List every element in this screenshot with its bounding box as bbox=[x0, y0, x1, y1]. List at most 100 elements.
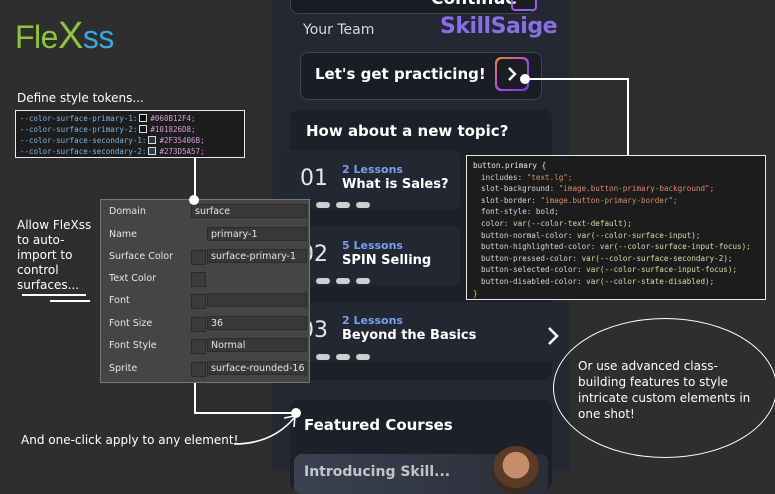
inspector-row-text-color: Text Color bbox=[101, 269, 311, 289]
code-value: var(--color-surface-input); bbox=[577, 230, 701, 240]
field-label: Surface Color bbox=[109, 251, 174, 262]
field-label: Sprite bbox=[109, 363, 138, 374]
code-prop: font-style: bbox=[481, 207, 536, 217]
practice-label: Let's get practicing! bbox=[315, 65, 486, 83]
progress-pip bbox=[356, 278, 370, 284]
token-name: --color-surface-secondary-1: bbox=[20, 136, 147, 145]
code-prop: button-normal-color: bbox=[481, 230, 578, 240]
token-name: --color-surface-primary-2: bbox=[20, 125, 138, 134]
token-row: --color-surface-primary-2: #101826D8; bbox=[20, 124, 240, 135]
code-selector: button.primary { bbox=[473, 161, 547, 170]
topic-lessons: 5 Lessons bbox=[342, 239, 403, 252]
progress-pip bbox=[356, 202, 370, 208]
instructor-avatar bbox=[492, 446, 540, 494]
sprite-checkbox[interactable] bbox=[191, 362, 206, 377]
code-value: var(--color-text-default); bbox=[513, 218, 632, 228]
progress-pip bbox=[316, 202, 330, 208]
connector-dot bbox=[520, 74, 530, 84]
practice-button[interactable]: Let's get practicing! bbox=[300, 52, 542, 100]
font-size-checkbox[interactable] bbox=[191, 317, 206, 332]
new-topic-title: How about a new topic? bbox=[306, 122, 509, 140]
code-value: "text.lg"; bbox=[526, 172, 573, 182]
caption-underline bbox=[22, 294, 86, 296]
font-size-field[interactable]: 36 bbox=[207, 316, 307, 330]
inspector-row-font: Font bbox=[101, 291, 311, 311]
code-value: var(--color-surface-secondary-2); bbox=[581, 253, 733, 263]
code-prop: button-disabled-color: bbox=[481, 276, 587, 286]
caption-underline bbox=[50, 300, 90, 302]
advanced-caption: Or use advanced class- building features… bbox=[578, 358, 750, 422]
inspector-row-surface-color: Surface Color surface-primary-1 bbox=[101, 247, 311, 267]
your-team-label: Your Team bbox=[303, 22, 375, 38]
flexss-logo: FleXss bbox=[15, 17, 115, 55]
token-swatch bbox=[148, 136, 157, 144]
token-swatch bbox=[148, 147, 157, 155]
topic-item[interactable]: 03 2 Lessons Beyond the Basics bbox=[280, 302, 568, 362]
token-swatch bbox=[139, 114, 148, 122]
inspector-row-font-style: Font Style Normal bbox=[101, 336, 311, 356]
logo-part-fle: Fle bbox=[15, 19, 58, 55]
token-value: #101826D8; bbox=[150, 125, 196, 134]
code-line: button-disabled-color: var(--color-state… bbox=[473, 276, 759, 288]
font-checkbox[interactable] bbox=[191, 294, 206, 309]
code-value: "image.button-primary-background"; bbox=[558, 184, 715, 194]
field-label: Domain bbox=[109, 206, 146, 217]
progress-pip bbox=[336, 202, 350, 208]
code-prop: button-highlighted-color: bbox=[481, 242, 600, 252]
token-value: #273D5A57; bbox=[159, 147, 205, 156]
name-field[interactable]: primary-1 bbox=[207, 227, 307, 241]
code-prop: slot-background: bbox=[481, 184, 559, 194]
code-value: var(--color-surface-input-focus); bbox=[586, 265, 738, 275]
font-field[interactable] bbox=[207, 293, 307, 307]
field-label: Name bbox=[109, 229, 138, 240]
define-tokens-caption: Define style tokens... bbox=[17, 91, 144, 105]
token-name: --color-surface-secondary-2: bbox=[20, 147, 147, 156]
code-value: var(--color-state-disabled); bbox=[586, 276, 715, 286]
allow-import-caption: Allow FleXss to auto- import to control … bbox=[17, 218, 91, 293]
field-label: Font Size bbox=[109, 318, 153, 329]
inspector-row-font-size: Font Size 36 bbox=[101, 314, 311, 334]
caption-line: import to bbox=[17, 248, 73, 262]
featured-courses-title: Featured Courses bbox=[304, 416, 453, 434]
surface-color-field[interactable]: surface-primary-1 bbox=[207, 249, 307, 263]
caption-line: one shot! bbox=[578, 407, 635, 421]
class-code-panel: button.primary { includes: "text.lg"; sl… bbox=[466, 155, 766, 300]
font-style-checkbox[interactable] bbox=[191, 339, 206, 354]
progress-pip bbox=[316, 354, 330, 360]
surface-color-checkbox[interactable] bbox=[191, 250, 206, 265]
topic-title: What is Sales? bbox=[342, 177, 449, 192]
progress-pip bbox=[316, 278, 330, 284]
caption-line: to auto- bbox=[17, 233, 65, 247]
code-prop: includes: bbox=[481, 172, 527, 182]
code-prop: button-selected-color: bbox=[481, 265, 587, 275]
token-row: --color-surface-primary-1: #060B12F4; bbox=[20, 113, 240, 124]
domain-field[interactable]: surface bbox=[191, 204, 307, 218]
sprite-field[interactable]: surface-rounded-16 bbox=[207, 361, 307, 375]
token-row: --color-surface-secondary-2: #273D5A57; bbox=[20, 146, 240, 157]
code-line: button-pressed-color: var(--color-surfac… bbox=[473, 253, 759, 265]
token-swatch bbox=[139, 125, 148, 133]
continue-arrow-icon bbox=[511, 0, 537, 11]
token-value: #060B12F4; bbox=[150, 114, 196, 123]
featured-course-item[interactable]: Introducing Skill... bbox=[294, 446, 548, 494]
topic-lessons: 2 Lessons bbox=[342, 314, 403, 327]
topic-lessons: 2 Lessons bbox=[342, 163, 403, 176]
code-prop: button-pressed-color: bbox=[481, 253, 582, 263]
featured-course-title: Introducing Skill... bbox=[304, 464, 451, 480]
continue-button[interactable]: Continue bbox=[290, 0, 537, 14]
inspector-row-domain: Domain surface bbox=[101, 202, 311, 222]
font-style-select[interactable]: Normal bbox=[207, 338, 307, 352]
progress-pip bbox=[336, 278, 350, 284]
code-line: slot-border: "image.button-primary-borde… bbox=[473, 195, 759, 207]
chevron-right-icon[interactable] bbox=[546, 326, 560, 346]
text-color-checkbox[interactable] bbox=[191, 272, 206, 287]
topic-title: Beyond the Basics bbox=[342, 328, 477, 343]
style-tokens-panel: --color-surface-primary-1: #060B12F4; --c… bbox=[15, 110, 245, 158]
caption-line: Allow FleXss bbox=[17, 218, 92, 232]
logo-part-ss: ss bbox=[82, 19, 115, 55]
caption-line: control bbox=[17, 263, 59, 277]
code-line: color: var(--color-text-default); bbox=[473, 218, 759, 230]
caption-line: surfaces... bbox=[17, 278, 80, 292]
token-name: --color-surface-primary-1: bbox=[20, 114, 138, 123]
progress-pip bbox=[336, 354, 350, 360]
